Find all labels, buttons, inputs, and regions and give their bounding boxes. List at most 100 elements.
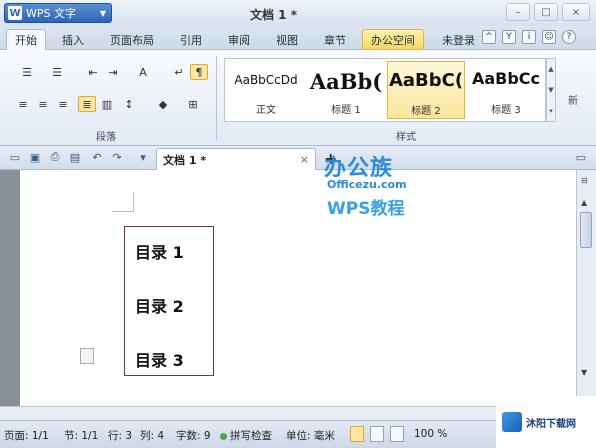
app-menu-button[interactable]: W WPS 文字 ▼ bbox=[4, 3, 112, 23]
login-link[interactable]: 未登录 bbox=[434, 29, 483, 50]
toc-entry-1[interactable]: 目录 1 bbox=[135, 239, 184, 263]
ribbon-divider bbox=[216, 56, 217, 140]
toc-entry-3[interactable]: 目录 3 bbox=[135, 347, 184, 371]
status-page: 页面: 1/1 bbox=[4, 430, 49, 442]
distribute-icon[interactable]: ▥ bbox=[98, 96, 116, 112]
borders-icon[interactable]: ⊞ bbox=[184, 96, 202, 112]
watermark: 办公族 Officezu.com WPS教程 bbox=[324, 150, 424, 220]
title-bar: W WPS 文字 ▼ 文档 1 * – □ × bbox=[0, 0, 596, 26]
style-sample: AaBbCcDd bbox=[234, 73, 298, 87]
paste-options-icon[interactable] bbox=[80, 348, 94, 364]
app-name: WPS 文字 bbox=[26, 7, 76, 20]
chevron-up-icon[interactable]: ▲ bbox=[548, 65, 553, 73]
chevron-down-icon[interactable]: ▼ bbox=[548, 86, 553, 94]
tab-start[interactable]: 开始 bbox=[6, 29, 46, 50]
align-center-icon[interactable]: ≡ bbox=[34, 96, 52, 112]
print-preview-icon[interactable]: ▤ bbox=[68, 150, 82, 164]
styles-group-label: 样式 bbox=[396, 132, 416, 143]
close-button[interactable]: × bbox=[562, 3, 590, 21]
tab-page-layout[interactable]: 页面布局 bbox=[102, 29, 162, 50]
tab-references[interactable]: 引用 bbox=[172, 29, 210, 50]
styles-gallery: AaBbCcDd 正文 AaBb( 标题 1 AaBbC( 标题 2 AaBbC… bbox=[224, 58, 546, 122]
spell-status-icon bbox=[220, 432, 227, 440]
style-sample: AaBbCc bbox=[471, 69, 541, 88]
align-right-icon[interactable]: ≡ bbox=[54, 96, 72, 112]
style-sample: AaBb( bbox=[309, 69, 383, 94]
style-heading-2[interactable]: AaBbC( 标题 2 bbox=[387, 61, 465, 119]
spell-check-toggle[interactable]: 拼写检查 bbox=[220, 428, 272, 443]
tab-review[interactable]: 审阅 bbox=[220, 29, 258, 50]
style-name: 标题 3 bbox=[491, 105, 521, 116]
status-unit: 单位: 毫米 bbox=[286, 430, 335, 442]
zoom-level: 100 % bbox=[414, 428, 448, 440]
outline-view-icon[interactable] bbox=[370, 426, 384, 442]
document-area: 目录 1 目录 2 目录 3 bbox=[0, 170, 576, 406]
numbered-list-icon[interactable]: ☰ bbox=[48, 64, 66, 80]
skin-icon[interactable]: ^ bbox=[482, 30, 496, 44]
brand-text: 沐阳下载网 bbox=[526, 418, 576, 430]
tab-office-space[interactable]: 办公空间 bbox=[362, 29, 424, 50]
help-icon[interactable]: ? bbox=[562, 30, 576, 44]
line-break-icon[interactable]: ↵ bbox=[170, 64, 188, 80]
tab-chapter[interactable]: 章节 bbox=[316, 29, 354, 50]
document-page[interactable]: 目录 1 目录 2 目录 3 bbox=[20, 170, 576, 406]
window-title: 文档 1 * bbox=[250, 8, 297, 22]
site-brand-logo: 沐阳下载网 bbox=[496, 396, 596, 448]
save-icon[interactable]: ▣ bbox=[28, 150, 42, 164]
status-row: 行: 3 bbox=[108, 430, 133, 442]
open-folder-icon[interactable]: ▭ bbox=[8, 150, 22, 164]
info-icon[interactable]: i bbox=[522, 30, 536, 44]
document-tab-title: 文档 1 * bbox=[163, 153, 207, 167]
toc-entry-2[interactable]: 目录 2 bbox=[135, 293, 184, 317]
ribbon: ☰ ☰ ⇤ ⇥ A ↵ ¶ ≡ ≡ ≡ ≣ ▥ ↕ ◆ ⊞ 段落 AaBbCcD… bbox=[0, 50, 596, 146]
style-name: 标题 1 bbox=[331, 105, 361, 116]
paragraph-group-label: 段落 bbox=[96, 132, 116, 143]
tab-list-icon[interactable]: ▭ bbox=[574, 150, 588, 164]
user-icon[interactable]: ☺ bbox=[542, 30, 556, 44]
new-style-button[interactable]: 新 bbox=[568, 92, 578, 107]
status-col: 列: 4 bbox=[140, 430, 165, 442]
tab-insert[interactable]: 插入 bbox=[54, 29, 92, 50]
toc-frame[interactable]: 目录 1 目录 2 目录 3 bbox=[124, 226, 214, 376]
decrease-indent-icon[interactable]: ⇤ bbox=[84, 64, 102, 80]
help-tag-icon[interactable]: Y bbox=[502, 30, 516, 44]
spell-check-label: 拼写检查 bbox=[230, 430, 272, 442]
minimize-button[interactable]: – bbox=[506, 3, 530, 21]
page-corner-mark bbox=[112, 192, 134, 212]
style-heading-3[interactable]: AaBbCc 标题 3 bbox=[467, 61, 545, 119]
chevron-down-icon: ▼ bbox=[99, 8, 106, 18]
document-tab[interactable]: 文档 1 * × bbox=[156, 148, 316, 170]
scroll-thumb[interactable] bbox=[580, 212, 592, 248]
close-icon[interactable]: × bbox=[300, 153, 309, 166]
split-icon[interactable]: ⊟ bbox=[581, 176, 588, 185]
more-icon[interactable]: ▾ bbox=[549, 107, 553, 115]
style-name: 标题 2 bbox=[411, 106, 441, 117]
show-marks-icon[interactable]: ¶ bbox=[190, 64, 208, 80]
scroll-down-icon[interactable]: ▼ bbox=[581, 368, 587, 377]
undo-icon[interactable]: ↶ bbox=[90, 150, 104, 164]
watermark-line-3: WPS教程 bbox=[327, 199, 405, 219]
justify-icon[interactable]: ≣ bbox=[78, 96, 96, 112]
tab-view[interactable]: 视图 bbox=[268, 29, 306, 50]
print-icon[interactable]: ⎙ bbox=[48, 150, 62, 164]
status-words: 字数: 9 bbox=[176, 430, 211, 442]
increase-indent-icon[interactable]: ⇥ bbox=[104, 64, 122, 80]
maximize-button[interactable]: □ bbox=[534, 3, 558, 21]
horizontal-scrollbar[interactable] bbox=[0, 406, 576, 420]
bullet-list-icon[interactable]: ☰ bbox=[18, 64, 36, 80]
page-view-icon[interactable] bbox=[350, 426, 364, 442]
customize-icon[interactable]: ▾ bbox=[136, 150, 150, 164]
vertical-scrollbar[interactable]: ⊟ ▲ ▼ bbox=[576, 170, 596, 406]
style-normal[interactable]: AaBbCcDd 正文 bbox=[227, 61, 305, 119]
line-spacing-icon[interactable]: ↕ bbox=[120, 96, 138, 112]
text-direction-icon[interactable]: A bbox=[134, 64, 152, 80]
brand-cube-icon bbox=[502, 412, 522, 432]
align-left-icon[interactable]: ≡ bbox=[14, 96, 32, 112]
style-heading-1[interactable]: AaBb( 标题 1 bbox=[307, 61, 385, 119]
shading-icon[interactable]: ◆ bbox=[154, 96, 172, 112]
scroll-up-icon[interactable]: ▲ bbox=[581, 198, 587, 207]
wps-logo-icon: W bbox=[8, 6, 22, 20]
web-view-icon[interactable] bbox=[390, 426, 404, 442]
redo-icon[interactable]: ↷ bbox=[110, 150, 124, 164]
styles-scroll[interactable]: ▲ ▼ ▾ bbox=[546, 58, 556, 122]
